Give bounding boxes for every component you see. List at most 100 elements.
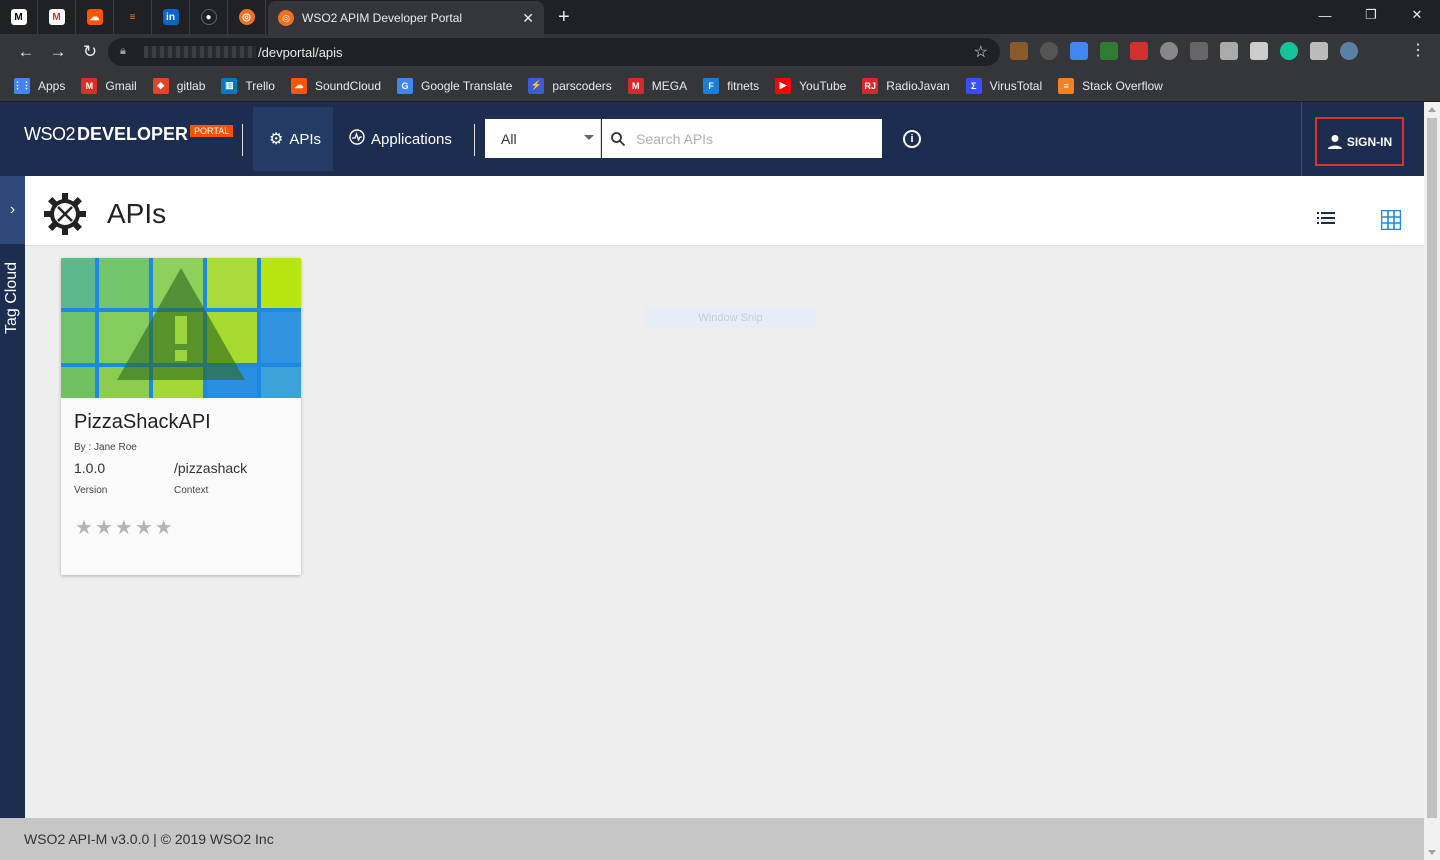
expand-sidebar-button[interactable]: › [0,176,25,244]
bookmark-mega[interactable]: M MEGA [627,77,688,94]
extension-icon[interactable] [1040,42,1058,60]
new-tab-button[interactable]: + [558,6,570,29]
scroll-up-icon[interactable] [1428,107,1436,112]
bookmark-parscoders[interactable]: ⚡ parscoders [528,77,612,94]
extension-icon[interactable] [1070,42,1088,60]
pinned-tab-medium[interactable]: M [0,0,38,34]
extension-icon[interactable] [1220,42,1238,60]
browser-menu-icon[interactable]: ⋮ [1410,40,1426,60]
bookmark-star-icon[interactable]: ☆ [974,42,988,62]
star-icon[interactable]: ★ [115,518,133,538]
bookmark-virustotal[interactable]: Σ VirusTotal [965,77,1043,94]
browser-toolbar: ← → ↻ 🔒︎ /devportal/apis ☆ ⋮ [0,34,1440,70]
api-version: 1.0.0 [74,460,106,476]
signin-container: SIGN-IN [1301,102,1424,176]
pinned-tab-gmail[interactable]: M [38,0,76,34]
tag-cloud-label[interactable]: Tag Cloud [3,262,21,334]
address-bar[interactable]: 🔒︎ /devportal/apis ☆ [108,38,1000,66]
page-footer: WSO2 API-M v3.0.0 | © 2019 WSO2 Inc [0,818,1424,860]
wso2-logo[interactable]: WSO2 DEVELOPER PORTAL [24,124,234,145]
api-thumbnail[interactable] [61,258,301,398]
search-scope-value: All [501,130,517,147]
grid-view-icon[interactable] [1381,210,1401,230]
close-tab-icon[interactable]: ✕ [522,10,534,27]
bookmark-label: Google Translate [421,78,513,93]
extension-icon[interactable] [1100,42,1118,60]
active-tab[interactable]: ◎ WSO2 APIM Developer Portal ✕ [268,1,544,35]
bookmark-stack-overflow[interactable]: ≡ Stack Overflow [1058,77,1163,94]
search-field[interactable] [602,119,882,158]
bookmark-fitnets[interactable]: Ffitnets [703,77,759,94]
chevron-down-icon [584,135,594,140]
pinned-tab-github[interactable]: ● [190,0,228,34]
close-window-icon[interactable]: ✕ [1394,0,1440,30]
restore-icon[interactable]: ❐ [1348,0,1394,30]
browser-tab-strip: M M ☁ ≡ in ● ◎ ◎ WSO2 APIM Developer Por… [0,0,1440,35]
app-header: WSO2 DEVELOPER PORTAL ⚙︎ APIs Applicatio… [0,102,1424,176]
bookmark-gmail[interactable]: M Gmail [81,77,137,94]
extension-icon[interactable] [1310,42,1328,60]
profile-avatar[interactable] [1340,42,1358,60]
star-icon[interactable]: ★ [155,518,173,538]
linkedin-icon: in [162,9,179,25]
bookmark-trello[interactable]: ▥ Trello [221,77,275,94]
gmail-icon: M [81,77,98,94]
bookmark-label: MEGA [651,78,688,93]
nav-apis[interactable]: ⚙︎ APIs [253,107,333,171]
pinned-tab-stackoverflow[interactable]: ≡ [114,0,152,34]
grammarly-icon[interactable] [1280,42,1298,60]
forward-icon[interactable]: → [42,38,74,66]
nav-applications-label: Applications [371,130,452,148]
bookmark-label: Stack Overflow [1082,78,1163,93]
radiojavan-icon: RJ [862,77,879,94]
bookmark-gitlab[interactable]: ◆ gitlab [152,77,206,94]
extension-icon[interactable] [1130,42,1148,60]
apps-grid-icon: ⋮⋮ [13,77,31,94]
api-version-label: Version [74,485,108,496]
search-scope-select[interactable]: All [485,119,601,158]
nav-applications[interactable]: Applications [333,107,468,171]
list-view-icon[interactable] [1317,211,1335,225]
minimize-icon[interactable]: — [1302,0,1348,30]
back-icon[interactable]: ← [10,38,42,66]
info-icon[interactable]: i [903,130,921,148]
scroll-down-icon[interactable] [1428,850,1436,855]
page-title: APIs [107,198,167,229]
star-icon[interactable]: ★ [95,518,113,538]
bookmark-label: VirusTotal [989,78,1043,93]
mega-icon: M [627,77,644,94]
bookmark-google-translate[interactable]: G Google Translate [397,77,513,94]
pinned-tab-soundcloud[interactable]: ☁ [76,0,114,34]
youtube-icon: ▶ [775,77,792,94]
window-snip-overlay: Window Snip [644,307,817,328]
medium-icon: M [10,9,27,25]
api-context: /pizzashack [174,460,248,476]
pinned-tab-linkedin[interactable]: in [152,0,190,34]
scrollbar-thumb[interactable] [1427,118,1437,818]
star-icon[interactable]: ★ [75,518,93,538]
bookmark-radiojavan[interactable]: RJ RadioJavan [862,77,950,94]
bookmark-apps[interactable]: ⋮⋮ Apps [13,77,65,94]
star-icon[interactable]: ★ [135,518,153,538]
pinned-tab-wso2[interactable]: ◎ [228,0,266,34]
nav-apis-label: APIs [289,130,322,148]
api-name[interactable]: PizzaShackAPI [74,411,211,434]
lock-icon: 🔒︎ [120,45,126,57]
extension-icon[interactable] [1250,42,1268,60]
extension-icon[interactable] [1190,42,1208,60]
page-scrollbar[interactable] [1424,102,1440,860]
api-card[interactable]: PizzaShackAPI By : Jane Roe 1.0.0 /pizza… [61,258,301,575]
signin-button[interactable]: SIGN-IN [1315,117,1404,166]
person-icon [1327,134,1342,149]
wso2-favicon-icon: ◎ [278,10,294,26]
extension-icon[interactable] [1010,42,1028,60]
api-rating: ★ ★ ★ ★ ★ [75,518,173,538]
bookmark-label: gitlab [176,78,206,93]
bookmark-youtube[interactable]: ▶ YouTube [775,77,846,94]
logo-developer: DEVELOPER [77,124,189,144]
reload-icon[interactable]: ↻ [74,38,106,66]
bookmark-label: SoundCloud [314,78,382,93]
search-input[interactable] [636,130,866,147]
bookmark-soundcloud[interactable]: ☁ SoundCloud [290,77,382,94]
extension-icon[interactable] [1160,42,1178,60]
